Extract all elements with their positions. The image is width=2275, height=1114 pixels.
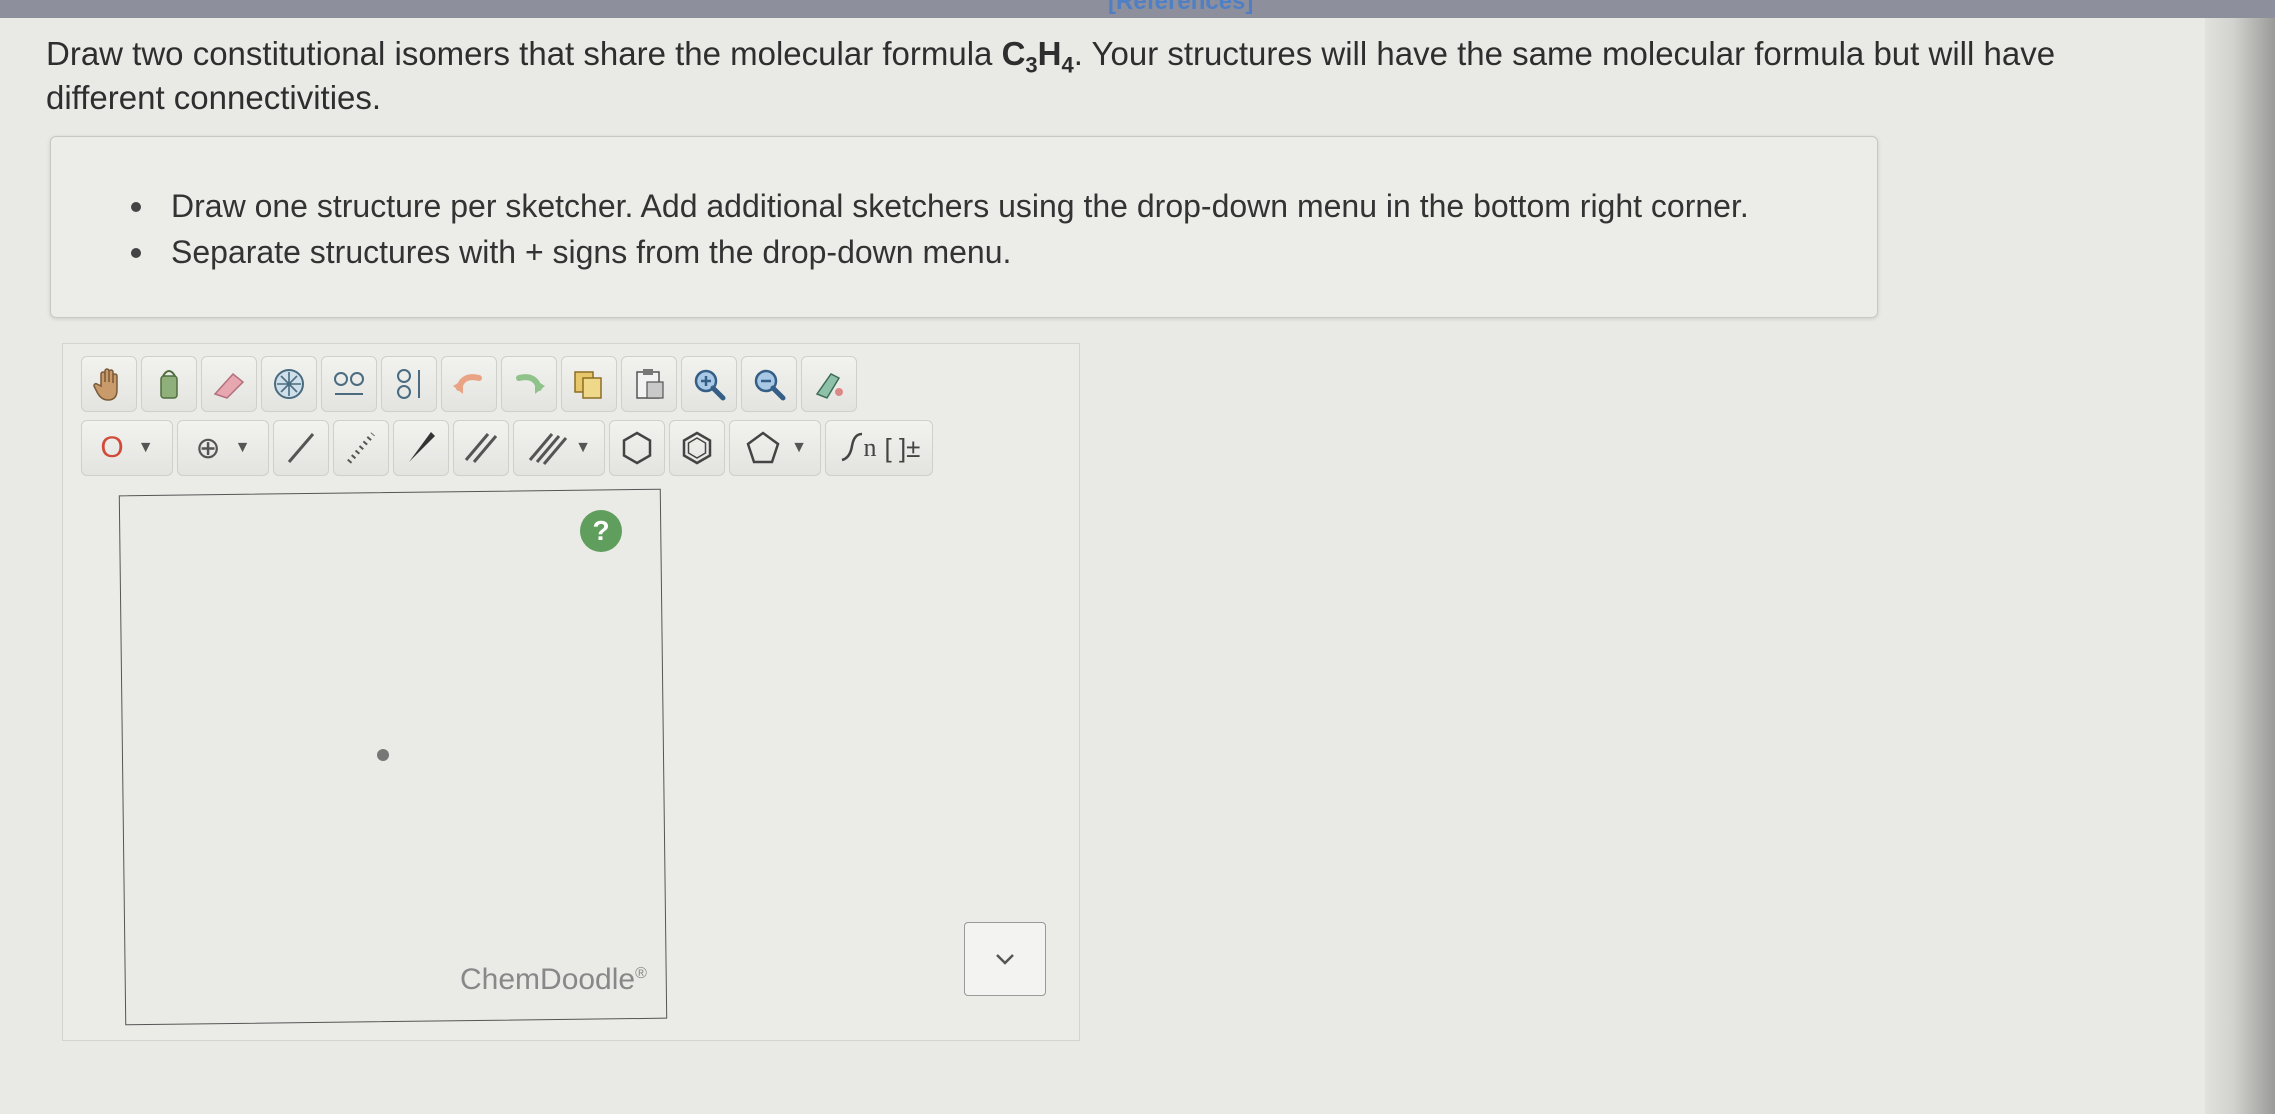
benzene-icon [682, 431, 712, 465]
chevron-down-icon: ▼ [234, 439, 251, 456]
chemdoodle-brand: ChemDoodle® [460, 963, 647, 997]
toolbar-row-1 [81, 356, 857, 416]
hand-icon [93, 368, 118, 401]
triple-bond-icon [528, 433, 568, 465]
formula-h: H [1037, 35, 1062, 72]
zoom-out-button[interactable] [741, 356, 797, 412]
chevron-down-icon: ▼ [137, 439, 154, 456]
formula-h-sub: 4 [1061, 52, 1074, 78]
cyclohexane-icon [622, 431, 652, 465]
lasso-tool-button[interactable] [141, 356, 197, 412]
paste-icon [636, 369, 664, 399]
question-prompt: Draw two constitutional isomers that sha… [46, 32, 2166, 120]
window-edge [2205, 18, 2275, 1114]
dashed-wedge-bond-icon [347, 432, 375, 464]
references-link[interactable]: [References] [1108, 0, 1253, 16]
clean-button[interactable] [801, 356, 857, 412]
flip-vertical-button[interactable] [381, 356, 437, 412]
instruction-item: Draw one structure per sketcher. Add add… [131, 183, 1749, 229]
instructions-list: Draw one structure per sketcher. Add add… [131, 183, 1749, 275]
wedge-bond-button[interactable] [393, 420, 449, 476]
flip-horizontal-icon [334, 372, 364, 395]
chevron-down-icon: ▼ [791, 439, 807, 456]
prompt-text-start: Draw two constitutional isomers that sha… [46, 35, 1002, 72]
bracket-label: [ ]± [884, 432, 921, 463]
atom-selector[interactable]: O ▼ [81, 420, 173, 476]
brand-name: ChemDoodle [460, 963, 636, 996]
double-bond-icon [464, 433, 498, 463]
flip-vertical-icon [397, 369, 420, 399]
chevron-down-icon [996, 954, 1014, 965]
single-bond-button[interactable] [273, 420, 329, 476]
zoom-in-icon [694, 369, 726, 401]
cyclohexane-button[interactable] [609, 420, 665, 476]
hand-tool-button[interactable] [81, 356, 137, 412]
charge-label: ⊕ [195, 431, 221, 465]
eraser-tool-button[interactable] [201, 356, 257, 412]
flip-horizontal-button[interactable] [321, 356, 377, 412]
undo-icon [453, 374, 482, 394]
toolbar-row-2: O ▼ ⊕ ▼ ▼ ▼ n []± [81, 420, 933, 480]
add-sketcher-dropdown[interactable] [964, 922, 1046, 996]
instructions-box: Draw one structure per sketcher. Add add… [50, 136, 1878, 318]
double-bond-button[interactable] [453, 420, 509, 476]
paste-button[interactable] [621, 356, 677, 412]
top-bar: [References] [0, 0, 2275, 18]
sketcher-canvas[interactable] [118, 488, 668, 1026]
formula-c: C [1001, 35, 1026, 72]
canvas-center-dot [377, 749, 389, 761]
cyclopentane-icon [746, 431, 780, 464]
chevron-down-icon: ▼ [575, 439, 591, 456]
zoom-out-icon [754, 369, 786, 401]
copy-button[interactable] [561, 356, 617, 412]
benzene-button[interactable] [669, 420, 725, 476]
dashed-wedge-bond-button[interactable] [333, 420, 389, 476]
triple-bond-selector[interactable]: ▼ [513, 420, 605, 476]
cyclopentane-selector[interactable]: ▼ [729, 420, 821, 476]
template-n-label: n [863, 433, 877, 462]
lasso-icon [160, 370, 178, 399]
instruction-item: Separate structures with + signs from th… [131, 229, 1749, 275]
center-button[interactable] [261, 356, 317, 412]
template-group-button[interactable]: n [ ]± [825, 420, 933, 476]
eraser-icon [213, 372, 245, 399]
redo-button[interactable] [501, 356, 557, 412]
single-bond-icon [287, 433, 315, 463]
center-icon [274, 369, 304, 399]
brand-mark: ® [635, 965, 647, 982]
zoom-in-button[interactable] [681, 356, 737, 412]
wedge-bond-icon [409, 432, 435, 462]
redo-icon [516, 374, 545, 394]
atom-label: O [100, 431, 124, 464]
formula-c-sub: 3 [1025, 52, 1038, 78]
clean-icon [815, 373, 843, 399]
undo-button[interactable] [441, 356, 497, 412]
charge-selector[interactable]: ⊕ ▼ [177, 420, 269, 476]
copy-icon [574, 371, 602, 399]
repeat-unit-icon [841, 432, 862, 462]
help-button[interactable]: ? [580, 510, 622, 552]
